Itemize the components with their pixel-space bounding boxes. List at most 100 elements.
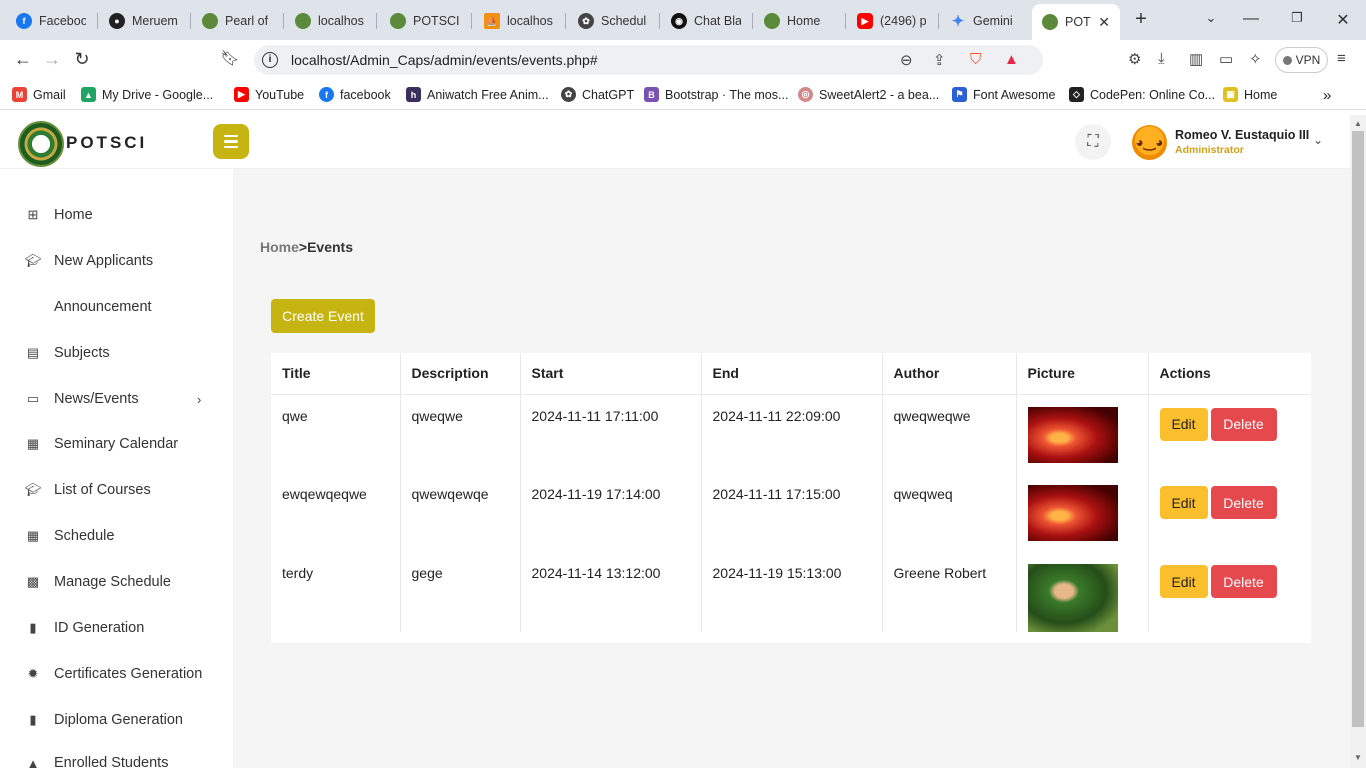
fullscreen-icon[interactable]: ⛶: [1075, 124, 1111, 160]
graduation-cap-icon: 🎓︎: [24, 253, 42, 268]
edit-button[interactable]: Edit: [1159, 486, 1208, 519]
users-icon: ▲: [26, 755, 40, 768]
sidebar-item-label: Home: [54, 207, 93, 223]
sidebar-item-certificates-generation[interactable]: ✹ Certificates Generation: [0, 654, 233, 694]
sidebar-item-schedule[interactable]: ▦ Schedule: [0, 516, 233, 556]
browser-tab[interactable]: Home: [754, 6, 844, 36]
reload-icon[interactable]: ↻: [71, 49, 93, 70]
sidebar-item-enrolled-students[interactable]: ▲ Enrolled Students: [0, 743, 233, 768]
codepen-icon: ◇: [1069, 87, 1084, 102]
github-icon: ●: [109, 13, 125, 29]
user-role: Administrator: [1175, 144, 1244, 156]
download-icon[interactable]: ⤓: [1158, 50, 1165, 67]
back-icon[interactable]: ←: [12, 49, 34, 70]
bookmark-label: ChatGPT: [582, 87, 635, 102]
browser-tab[interactable]: ◉ Chat Bla: [661, 6, 751, 36]
share-icon[interactable]: ⇪: [933, 51, 946, 69]
bookmark-codepen[interactable]: ◇ CodePen: Online Co...: [1069, 87, 1215, 102]
browser-tab[interactable]: ▶ (2496) p: [847, 6, 937, 36]
edit-button[interactable]: Edit: [1159, 565, 1208, 598]
browser-tab[interactable]: localhos: [285, 6, 375, 36]
avatar[interactable]: ◕‿◕: [1132, 125, 1167, 160]
browser-menu-icon[interactable]: ≡: [1337, 50, 1346, 67]
sidebar-item-diploma-generation[interactable]: ▮ Diploma Generation: [0, 700, 233, 740]
more-bookmarks-icon[interactable]: »: [1323, 87, 1331, 104]
delete-button[interactable]: Delete: [1210, 565, 1277, 598]
user-name[interactable]: Romeo V. Eustaquio III: [1175, 128, 1309, 142]
browser-tab[interactable]: Pearl of: [192, 6, 282, 36]
url-text[interactable]: localhost/Admin_Caps/admin/events/events…: [291, 52, 598, 68]
sidebar-toggle-icon[interactable]: ▥: [1189, 50, 1203, 68]
new-tab-icon[interactable]: +: [1131, 8, 1151, 31]
column-header-author: Author: [882, 353, 1017, 395]
bookmark-facebook[interactable]: f facebook: [319, 87, 391, 102]
vpn-button[interactable]: VPN: [1275, 47, 1328, 73]
column-header-picture: Picture: [1016, 353, 1149, 395]
scrollbar-thumb[interactable]: [1352, 131, 1364, 727]
bookmark-font-awesome[interactable]: ⚑ Font Awesome: [952, 87, 1055, 102]
browser-tab[interactable]: ✿ Schedul: [568, 6, 658, 36]
browser-tab[interactable]: POTSCI: [380, 6, 470, 36]
browser-tab-active[interactable]: POT ✕: [1032, 4, 1120, 40]
breadcrumb-home[interactable]: Home: [260, 239, 299, 255]
scroll-up-icon[interactable]: ▲: [1354, 119, 1362, 128]
column-header-description: Description: [400, 353, 521, 395]
column-header-start: Start: [520, 353, 702, 395]
brave-rewards-icon[interactable]: ▲: [1004, 51, 1019, 68]
bookmark-sweetalert[interactable]: ◎ SweetAlert2 - a bea...: [798, 87, 939, 102]
bookmark-chatgpt[interactable]: ✿ ChatGPT: [561, 87, 634, 102]
leo-ai-icon[interactable]: ✧: [1249, 50, 1262, 68]
sidebar-item-subjects[interactable]: ▤ Subjects: [0, 333, 233, 373]
bookmark-drive[interactable]: ▲ My Drive - Google...: [81, 87, 213, 102]
sidebar-item-list-of-courses[interactable]: 🎓︎ List of Courses: [0, 470, 233, 510]
edit-button[interactable]: Edit: [1159, 407, 1208, 441]
browser-tab[interactable]: ● Meruem: [99, 6, 189, 36]
sidebar-item-news-events[interactable]: ▭ News/Events ›: [0, 379, 233, 419]
chatgpt-icon: ✿: [578, 13, 594, 29]
sidebar-item-manage-schedule[interactable]: ▩ Manage Schedule: [0, 562, 233, 602]
brand-name: POTSCI: [66, 133, 148, 152]
extensions-icon[interactable]: ⚙: [1128, 50, 1141, 68]
tab-search-chevron-icon[interactable]: ⌄: [1201, 10, 1221, 26]
sweetalert-icon: ◎: [798, 87, 813, 102]
event-picture: [1027, 406, 1118, 463]
bookmark-aniwatch[interactable]: h Aniwatch Free Anim...: [406, 87, 549, 102]
google-drive-icon: ▲: [81, 87, 96, 102]
address-bar[interactable]: i localhost/Admin_Caps/admin/events/even…: [254, 45, 1043, 75]
close-tab-icon[interactable]: ✕: [1098, 14, 1110, 31]
scroll-down-icon[interactable]: ▼: [1354, 753, 1362, 762]
gemini-icon: ✦: [951, 13, 965, 30]
browser-tab[interactable]: f Faceboo: [6, 6, 96, 36]
sidebar-item-new-applicants[interactable]: 🎓︎ New Applicants: [0, 241, 233, 281]
browser-tab[interactable]: ✦ Gemini: [940, 6, 1030, 36]
sidebar-toggle-button[interactable]: [213, 124, 249, 159]
bookmark-icon[interactable]: 🔖︎: [219, 49, 241, 67]
sidebar-item-home[interactable]: ⊞ Home: [0, 195, 233, 235]
bookmark-home[interactable]: ▣ Home: [1223, 87, 1277, 102]
create-event-button[interactable]: Create Event: [271, 299, 375, 333]
zoom-icon[interactable]: ⊖: [900, 51, 913, 69]
delete-button[interactable]: Delete: [1210, 486, 1277, 519]
home-bookmark-icon: ▣: [1223, 87, 1238, 102]
sidebar-item-seminary-calendar[interactable]: ▦ Seminary Calendar: [0, 424, 233, 464]
page-scrollbar[interactable]: ▲ ▼: [1350, 115, 1366, 768]
bookmark-youtube[interactable]: ▶ YouTube: [234, 87, 304, 102]
brave-shield-icon[interactable]: ⛉: [970, 51, 981, 68]
minimize-icon[interactable]: —: [1241, 10, 1261, 28]
chevron-down-icon[interactable]: ⌄: [1313, 133, 1323, 147]
bookmark-label: Gmail: [33, 87, 66, 102]
close-window-icon[interactable]: ✕: [1333, 10, 1353, 30]
forward-icon[interactable]: →: [41, 49, 63, 70]
tab-label: Meruem: [132, 14, 178, 28]
wallet-icon[interactable]: ▭: [1219, 50, 1233, 68]
bookmark-gmail[interactable]: M Gmail: [12, 87, 66, 102]
delete-button[interactable]: Delete: [1210, 407, 1277, 441]
sidebar-item-id-generation[interactable]: ▮ ID Generation: [0, 608, 233, 648]
restore-icon[interactable]: ❐: [1287, 10, 1307, 26]
browser-tab[interactable]: ⛵ localhos: [474, 6, 564, 36]
school-logo: [18, 121, 64, 167]
bookmark-bootstrap[interactable]: B Bootstrap · The mos...: [644, 87, 788, 102]
column-header-title: Title: [271, 353, 401, 395]
site-info-icon[interactable]: i: [262, 52, 278, 68]
sidebar-item-announcement[interactable]: Announcement: [0, 287, 233, 327]
